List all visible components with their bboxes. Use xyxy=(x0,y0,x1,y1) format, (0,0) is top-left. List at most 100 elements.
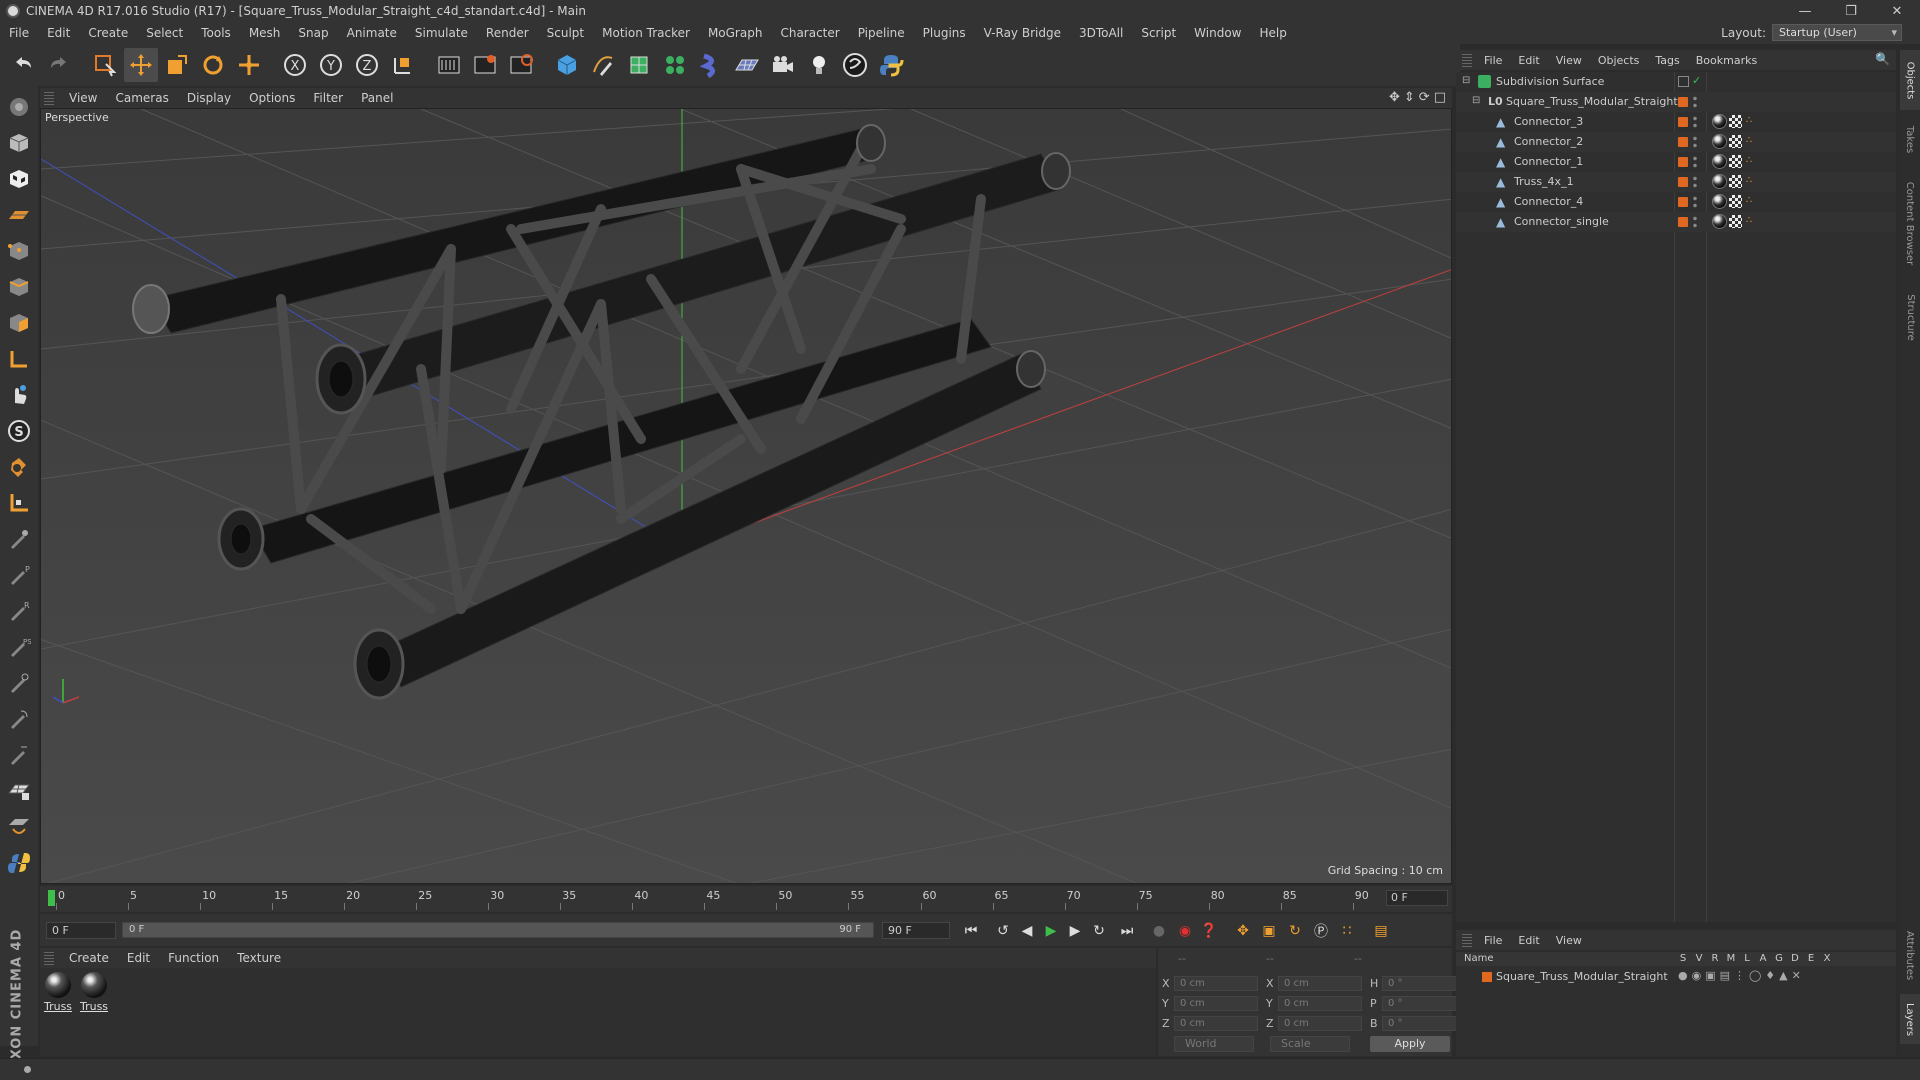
next-frame-icon[interactable]: ▶ xyxy=(1064,920,1086,942)
brush-icon[interactable]: P xyxy=(4,560,34,590)
visibility-dots-icon[interactable] xyxy=(1692,95,1698,109)
menu-create[interactable]: Create xyxy=(79,26,137,40)
tab-attributes[interactable]: Attributes xyxy=(1900,920,1920,990)
objects-menu-objects[interactable]: Objects xyxy=(1590,54,1648,67)
rotation-p-field[interactable]: 0 ° xyxy=(1382,995,1466,1011)
material-menu-edit[interactable]: Edit xyxy=(118,951,159,965)
texture-mode-icon[interactable] xyxy=(4,164,34,194)
layer-color-swatch[interactable] xyxy=(1678,157,1688,167)
smooth-icon[interactable]: R xyxy=(4,596,34,626)
visibility-dots-icon[interactable] xyxy=(1692,135,1698,149)
keyframe-selection-icon[interactable]: ● xyxy=(1148,920,1170,942)
column-render[interactable]: R xyxy=(1710,953,1720,964)
object-row-truss-4x-1[interactable]: ▲ Truss_4x_1 ∴ xyxy=(1456,172,1896,192)
scale-key-icon[interactable]: ▣ xyxy=(1258,920,1280,942)
menu-animate[interactable]: Animate xyxy=(338,26,406,40)
parameter-key-icon[interactable]: Ⓟ xyxy=(1310,920,1332,942)
layer-color-swatch[interactable] xyxy=(1678,217,1688,227)
menu-mesh[interactable]: Mesh xyxy=(240,26,290,40)
objects-menu-file[interactable]: File xyxy=(1476,54,1510,67)
timeline-ruler[interactable]: 0 5 10 15 20 25 30 35 40 45 50 55 60 65 70 75 80 85 90 0 F xyxy=(40,886,1452,912)
layer-row[interactable]: Square_Truss_Modular_Straight ●◉▣▤⋮◯♦▲✕ xyxy=(1456,968,1896,986)
menu-tools[interactable]: Tools xyxy=(192,26,240,40)
perspective-viewport[interactable]: Perspective Grid Spacing : 10 cm xyxy=(40,108,1452,884)
material-tag-icon[interactable] xyxy=(1712,174,1727,189)
panel-grip-icon[interactable] xyxy=(1462,933,1472,947)
material-menu-create[interactable]: Create xyxy=(60,951,118,965)
start-frame-field[interactable]: 0 F xyxy=(46,922,116,939)
z-axis-lock-icon[interactable]: Z xyxy=(350,48,384,82)
cloner-icon[interactable] xyxy=(658,48,692,82)
search-icon[interactable]: 🔍 xyxy=(1875,52,1890,66)
object-row-square-truss[interactable]: ⊟ L0 Square_Truss_Modular_Straight xyxy=(1456,92,1896,112)
uvw-tag-icon[interactable] xyxy=(1729,155,1742,168)
panel-grip-icon[interactable] xyxy=(1462,53,1472,67)
position-x-field[interactable]: 0 cm xyxy=(1174,975,1258,991)
current-frame-field[interactable]: 0 F xyxy=(1386,890,1448,906)
layer-color-swatch[interactable] xyxy=(1678,197,1688,207)
uvw-tag-icon[interactable] xyxy=(1729,195,1742,208)
selection-tag-icon[interactable]: ∴ xyxy=(1746,216,1758,228)
layer-color-swatch[interactable] xyxy=(1678,97,1688,107)
preview-range-slider[interactable]: 0 F 90 F xyxy=(122,922,874,938)
menu-window[interactable]: Window xyxy=(1185,26,1250,40)
layer-color-swatch[interactable] xyxy=(1678,117,1688,127)
object-row-connector-3[interactable]: ▲ Connector_3 ∴ xyxy=(1456,112,1896,132)
grab-icon[interactable] xyxy=(4,704,34,734)
object-row-connector-2[interactable]: ▲ Connector_2 ∴ xyxy=(1456,132,1896,152)
workplane-mode-icon[interactable] xyxy=(4,200,34,230)
menu-mograph[interactable]: MoGraph xyxy=(699,26,772,40)
coordinate-mode-dropdown[interactable]: Scale xyxy=(1270,1036,1350,1052)
selection-tag-icon[interactable]: ∴ xyxy=(1746,136,1758,148)
timeline-icon[interactable]: ▤ xyxy=(1370,920,1392,942)
column-view[interactable]: V xyxy=(1694,953,1704,964)
flatten-icon[interactable]: PSR xyxy=(4,632,34,662)
snap-icon[interactable] xyxy=(4,488,34,518)
maximize-icon[interactable]: □ xyxy=(1434,90,1446,105)
selection-tag-icon[interactable]: ∴ xyxy=(1746,116,1758,128)
viewport-menu-panel[interactable]: Panel xyxy=(352,91,402,105)
column-deformers[interactable]: D xyxy=(1790,953,1800,964)
deformer-icon[interactable] xyxy=(694,48,728,82)
axis-mode-icon[interactable] xyxy=(4,344,34,374)
material-item[interactable]: Truss xyxy=(80,972,108,1056)
tab-structure[interactable]: Structure xyxy=(1900,282,1920,352)
viewport-menu-cameras[interactable]: Cameras xyxy=(106,91,177,105)
panel-grip-icon[interactable] xyxy=(44,951,54,965)
viewport-menu-view[interactable]: View xyxy=(60,91,106,105)
editor-visibility-icon[interactable] xyxy=(1678,76,1689,87)
tab-content-browser[interactable]: Content Browser xyxy=(1900,168,1920,278)
python-icon[interactable] xyxy=(4,848,34,878)
menu-help[interactable]: Help xyxy=(1250,26,1295,40)
previous-key-icon[interactable]: ↺ xyxy=(992,920,1014,942)
cube-icon[interactable] xyxy=(550,48,584,82)
collapse-icon[interactable]: ⊟ xyxy=(1462,75,1475,88)
layer-color-swatch[interactable] xyxy=(1678,177,1688,187)
vray-icon[interactable] xyxy=(838,48,872,82)
visibility-dots-icon[interactable] xyxy=(1692,155,1698,169)
next-key-icon[interactable]: ↻ xyxy=(1088,920,1110,942)
render-view-icon[interactable] xyxy=(432,48,466,82)
pan-icon[interactable]: ✥ xyxy=(1389,90,1400,105)
timeline-playhead[interactable] xyxy=(48,890,55,906)
material-item[interactable]: Truss xyxy=(44,972,72,1056)
position-key-icon[interactable]: ✥ xyxy=(1232,920,1254,942)
edges-mode-icon[interactable] xyxy=(4,272,34,302)
uvw-tag-icon[interactable] xyxy=(1729,135,1742,148)
layout-dropdown[interactable]: Startup (User) xyxy=(1772,24,1902,41)
go-to-start-icon[interactable]: ⏮ xyxy=(960,920,982,942)
sculpt-icon[interactable] xyxy=(4,524,34,554)
panel-grip-icon[interactable] xyxy=(44,91,54,105)
magnet-icon[interactable] xyxy=(4,452,34,482)
points-mode-icon[interactable] xyxy=(4,236,34,266)
menu-pipeline[interactable]: Pipeline xyxy=(849,26,914,40)
previous-frame-icon[interactable]: ◀ xyxy=(1016,920,1038,942)
objects-menu-edit[interactable]: Edit xyxy=(1510,54,1547,67)
tab-layers[interactable]: Layers xyxy=(1900,994,1920,1044)
make-editable-icon[interactable] xyxy=(4,92,34,122)
visibility-dots-icon[interactable] xyxy=(1692,175,1698,189)
material-tag-icon[interactable] xyxy=(1712,114,1727,129)
layer-toggle-icons[interactable]: ●◉▣▤⋮◯♦▲✕ xyxy=(1678,969,1805,982)
coordinate-space-dropdown[interactable]: World xyxy=(1174,1036,1254,1052)
size-x-field[interactable]: 0 cm xyxy=(1278,975,1362,991)
